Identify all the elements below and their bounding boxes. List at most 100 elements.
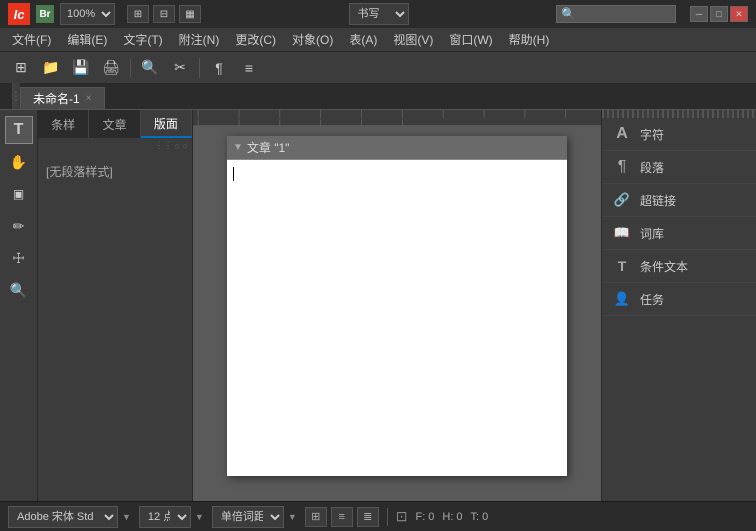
font-name-select[interactable]: Adobe 宋体 Std (8, 506, 118, 528)
task-icon: 👤 (612, 289, 632, 309)
menu-window[interactable]: 窗口(W) (441, 29, 500, 50)
paragraph-label: 段落 (640, 159, 664, 176)
line-spacing-select[interactable]: 单倍词距 (212, 506, 284, 528)
menu-file[interactable]: 文件(F) (4, 29, 59, 50)
font-size-select[interactable]: 12 点 (139, 506, 191, 528)
tab-close-icon[interactable]: × (86, 93, 92, 104)
hyperlink-icon: 🔗 (612, 190, 632, 210)
tab-tiaoyuan[interactable]: 条样 (38, 110, 89, 138)
chapter-arrow[interactable]: ▼ (233, 142, 243, 153)
t-label: T: (471, 511, 480, 523)
line-spacing-control[interactable]: 单倍词距 ▼ (212, 506, 297, 528)
panel-item-paragraph[interactable]: ¶ 段落 (602, 151, 756, 184)
panel-scroll-indicator: ⋮⋮ ○ ○ (38, 138, 192, 153)
font-size-dropdown-icon: ▼ (195, 512, 204, 522)
menu-table[interactable]: 表(A) (341, 29, 385, 50)
main-area: T ✋ ▣ ✏ ☩ 🔍 条样 文章 版面 ⋮⋮ ○ ○ [无段落样式] (0, 110, 756, 501)
toolbar-sep-2 (199, 58, 200, 78)
toolbar-new[interactable]: ⊞ (8, 56, 34, 80)
dictionary-label: 词库 (640, 225, 664, 242)
menu-view[interactable]: 视图(V) (385, 29, 441, 50)
scroll-numbers: ○ ○ (175, 141, 188, 151)
panel-item-dictionary[interactable]: 📖 词库 (602, 217, 756, 250)
ruler-top: | | | | | | | | | | | | | | | | (193, 110, 601, 126)
status-bar: Adobe 宋体 Std ▼ 12 点 ▼ 单倍词距 ▼ ⊞ ≡ ≣ ⊡ F: … (0, 501, 756, 531)
ruler-marks: | | | | | | | | | | | | | | | | (197, 110, 597, 128)
window-controls: ─ □ ✕ (690, 6, 748, 22)
tab-bar: 未命名-1 × (0, 84, 756, 110)
tool-zoom[interactable]: 🔍 (5, 276, 33, 304)
view-mode-btn-2[interactable]: ⊟ (153, 5, 175, 23)
style-panel-content: [无段落样式] (38, 153, 192, 501)
right-panel: A 字符 ¶ 段落 🔗 超链接 📖 词库 T 条件文本 👤 任务 (601, 110, 756, 501)
tool-pencil[interactable]: ✏ (5, 212, 33, 240)
hyperlink-label: 超链接 (640, 192, 676, 209)
mode-select[interactable]: 书写 (349, 3, 409, 25)
f-field: F: 0 (416, 511, 435, 523)
view-mode-btn-1[interactable]: ⊞ (127, 5, 149, 23)
text-cursor-area[interactable] (227, 160, 567, 460)
maximize-button[interactable]: □ (710, 6, 728, 22)
search-box[interactable]: 🔍 (556, 5, 676, 23)
toolbar-search[interactable]: 🔍 (137, 56, 163, 80)
tab-drag-handle[interactable] (12, 83, 20, 109)
panel-item-conditional-text[interactable]: T 条件文本 (602, 250, 756, 283)
h-label: H: (442, 511, 453, 523)
view-mode-btn-3[interactable]: ▦ (179, 5, 201, 23)
scroll-icon: ⋮⋮ (155, 140, 173, 151)
search-icon: 🔍 (561, 7, 576, 21)
font-size-control[interactable]: 12 点 ▼ (139, 506, 204, 528)
right-panel-drag-handle (602, 110, 756, 118)
panel-item-character[interactable]: A 字符 (602, 118, 756, 151)
conditional-text-label: 条件文本 (640, 258, 688, 275)
menu-help[interactable]: 帮助(H) (501, 29, 558, 50)
tool-frame[interactable]: ▣ (5, 180, 33, 208)
panel-item-hyperlink[interactable]: 🔗 超链接 (602, 184, 756, 217)
status-format-icons: ⊞ ≡ ≣ (305, 507, 379, 527)
status-icon-grid[interactable]: ⊞ (305, 507, 327, 527)
search-input[interactable] (580, 8, 660, 20)
t-field: T: 0 (471, 511, 489, 523)
toolbar-scissors[interactable]: ✂ (167, 56, 193, 80)
paragraph-icon: ¶ (612, 157, 632, 177)
bridge-logo: Br (36, 5, 54, 23)
document-tab[interactable]: 未命名-1 × (20, 87, 105, 109)
minimize-button[interactable]: ─ (690, 6, 708, 22)
status-icon-align[interactable]: ≣ (357, 507, 379, 527)
chapter-header: ▼ 文章 "1" (227, 136, 567, 160)
toolbar-save[interactable]: 💾 (68, 56, 94, 80)
toolbar-open[interactable]: 📁 (38, 56, 64, 80)
menu-change[interactable]: 更改(C) (227, 29, 284, 50)
menu-text[interactable]: 文字(T) (115, 29, 170, 50)
tool-text[interactable]: T (5, 116, 33, 144)
zoom-control[interactable]: 100% 75% 50% 150% 200% (60, 3, 115, 25)
tab-banmian[interactable]: 版面 (141, 110, 192, 138)
style-panel-tabs: 条样 文章 版面 (38, 110, 192, 138)
status-icon-lines[interactable]: ≡ (331, 507, 353, 527)
toolbar-lines[interactable]: ≡ (236, 56, 262, 80)
editor-content[interactable]: ▼ 文章 "1" (193, 126, 601, 501)
menu-object[interactable]: 对象(O) (284, 29, 341, 50)
f-value: 0 (428, 511, 434, 523)
tool-move[interactable]: ☩ (5, 244, 33, 272)
conditional-text-icon: T (612, 256, 632, 276)
character-icon: A (612, 124, 632, 144)
menu-note[interactable]: 附注(N) (171, 29, 228, 50)
panel-item-task[interactable]: 👤 任务 (602, 283, 756, 316)
character-label: 字符 (640, 126, 664, 143)
left-toolbar: T ✋ ▣ ✏ ☩ 🔍 (0, 110, 38, 501)
menu-bar: 文件(F) 编辑(E) 文字(T) 附注(N) 更改(C) 对象(O) 表(A)… (0, 28, 756, 52)
tab-wenzhang[interactable]: 文章 (89, 110, 140, 138)
move-tool-icon: ☩ (12, 250, 25, 267)
no-para-style[interactable]: [无段落样式] (42, 157, 188, 186)
tool-hand[interactable]: ✋ (5, 148, 33, 176)
status-sep (387, 508, 388, 526)
font-name-control[interactable]: Adobe 宋体 Std ▼ (8, 506, 131, 528)
toolbar-paragraph[interactable]: ¶ (206, 56, 232, 80)
h-field: H: 0 (442, 511, 462, 523)
toolbar-print[interactable]: 🖨 (98, 56, 124, 80)
font-dropdown-icon: ▼ (122, 512, 131, 522)
menu-edit[interactable]: 编辑(E) (59, 29, 115, 50)
zoom-select[interactable]: 100% 75% 50% 150% 200% (60, 3, 115, 25)
close-button[interactable]: ✕ (730, 6, 748, 22)
